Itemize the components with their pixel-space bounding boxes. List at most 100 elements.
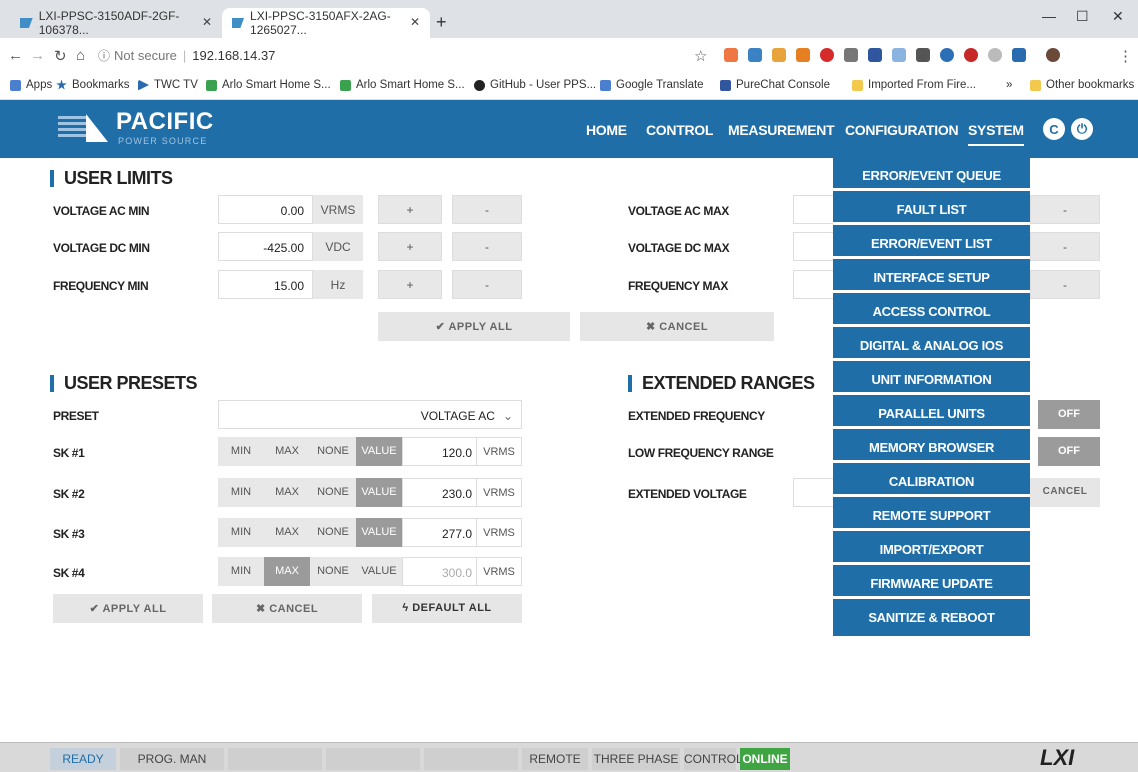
decrement-button[interactable]: - (1030, 270, 1100, 299)
segment-min[interactable]: MIN (218, 557, 264, 586)
extension-icon[interactable] (844, 48, 858, 62)
nav-control[interactable]: CONTROL (646, 122, 713, 138)
segment-none[interactable]: NONE (310, 518, 356, 547)
segment-value[interactable]: VALUE (356, 478, 402, 507)
download-icon[interactable] (1012, 48, 1026, 62)
nav-configuration[interactable]: CONFIGURATION (845, 122, 959, 138)
decrement-button[interactable]: - (452, 195, 522, 224)
bookmark-github[interactable]: GitHub - User PPS... (474, 79, 596, 91)
browser-tab-2[interactable]: LXI-PPSC-3150AFX-2AG-1265027... ✕ (222, 8, 430, 38)
low-frequency-range-toggle[interactable]: OFF (1038, 437, 1100, 466)
extension-icon[interactable] (940, 48, 954, 62)
menu-item-error-event-queue[interactable]: ERROR/EVENT QUEUE (833, 160, 1030, 191)
bookmark-imported[interactable]: Imported From Fire... (852, 79, 976, 91)
voltage-dc-max-input[interactable] (793, 232, 838, 261)
bookmark-twc[interactable]: TWC TV (138, 79, 198, 91)
window-close-icon[interactable]: ✕ (1112, 8, 1124, 25)
menu-item-remote-support[interactable]: REMOTE SUPPORT (833, 500, 1030, 531)
segment-max[interactable]: MAX (264, 557, 310, 586)
power-button[interactable]: ⏻ (1071, 118, 1093, 140)
menu-item-firmware-update[interactable]: FIRMWARE UPDATE (833, 568, 1030, 599)
bookmark-purechat[interactable]: PureChat Console (720, 79, 830, 91)
bookmark-other[interactable]: Other bookmarks (1030, 79, 1134, 91)
profile-avatar[interactable] (1046, 48, 1060, 62)
bookmark-translate[interactable]: Google Translate (600, 79, 704, 91)
sk2-value-input[interactable]: 230.0 (402, 478, 477, 507)
segment-min[interactable]: MIN (218, 478, 264, 507)
extension-icon[interactable] (916, 48, 930, 62)
presets-cancel-button[interactable]: ✖ CANCEL (212, 594, 362, 623)
extension-icon[interactable] (796, 48, 810, 62)
sk1-value-input[interactable]: 120.0 (402, 437, 477, 466)
new-tab-button[interactable]: + (436, 12, 447, 33)
decrement-button[interactable]: - (1030, 232, 1100, 261)
home-icon[interactable]: ⌂ (76, 47, 85, 64)
segment-max[interactable]: MAX (264, 478, 310, 507)
adblock-icon[interactable] (964, 48, 978, 62)
segment-value[interactable]: VALUE (356, 437, 402, 466)
menu-item-digital-analog-ios[interactable]: DIGITAL & ANALOG IOS (833, 330, 1030, 361)
nav-measurement[interactable]: MEASUREMENT (728, 122, 835, 138)
increment-button[interactable]: + (378, 195, 442, 224)
forward-icon[interactable]: → (30, 47, 45, 64)
voltage-dc-min-input[interactable]: -425.00 (218, 232, 313, 261)
increment-button[interactable]: + (378, 270, 442, 299)
voltage-ac-min-input[interactable]: 0.00 (218, 195, 313, 224)
frequency-max-input[interactable] (793, 270, 838, 299)
opera-icon[interactable] (820, 48, 834, 62)
menu-item-unit-information[interactable]: UNIT INFORMATION (833, 364, 1030, 395)
extension-icon[interactable] (748, 48, 762, 62)
menu-item-parallel-units[interactable]: PARALLEL UNITS (833, 398, 1030, 429)
segment-max[interactable]: MAX (264, 437, 310, 466)
extended-frequency-toggle[interactable]: OFF (1038, 400, 1100, 429)
decrement-button[interactable]: - (452, 232, 522, 261)
segment-none[interactable]: NONE (310, 478, 356, 507)
segment-min[interactable]: MIN (218, 518, 264, 547)
bookmark-arlo-2[interactable]: Arlo Smart Home S... (340, 79, 465, 91)
extension-icon[interactable] (868, 48, 882, 62)
segment-min[interactable]: MIN (218, 437, 264, 466)
browser-tab-1[interactable]: LXI-PPSC-3150ADF-2GF-106378... ✕ (10, 8, 222, 38)
refresh-button[interactable]: C (1043, 118, 1065, 140)
nav-system[interactable]: SYSTEM (968, 122, 1024, 146)
bookmarks-overflow[interactable]: » (1006, 79, 1012, 91)
menu-item-import-export[interactable]: IMPORT/EXPORT (833, 534, 1030, 565)
star-icon[interactable]: ☆ (694, 47, 707, 65)
extension-icon[interactable] (772, 48, 786, 62)
preset-select[interactable]: VOLTAGE AC ⌄ (218, 400, 522, 429)
sk3-value-input[interactable]: 277.0 (402, 518, 477, 547)
bookmark-apps[interactable]: Apps (10, 79, 52, 91)
presets-apply-all-button[interactable]: ✔ APPLY ALL (53, 594, 203, 623)
segment-none[interactable]: NONE (310, 437, 356, 466)
info-icon[interactable]: ⓘ (98, 47, 110, 64)
back-icon[interactable]: ← (8, 47, 23, 64)
menu-item-sanitize-reboot[interactable]: SANITIZE & REBOOT (833, 602, 1030, 633)
menu-item-memory-browser[interactable]: MEMORY BROWSER (833, 432, 1030, 463)
menu-item-access-control[interactable]: ACCESS CONTROL (833, 296, 1030, 327)
extension-icon[interactable] (988, 48, 1002, 62)
bookmark-bookmarks[interactable]: Bookmarks (56, 79, 130, 91)
close-icon[interactable]: ✕ (410, 15, 420, 29)
sk4-value-input[interactable]: 300.0 (402, 557, 477, 586)
extension-icon[interactable] (724, 48, 738, 62)
menu-item-interface-setup[interactable]: INTERFACE SETUP (833, 262, 1030, 293)
url-field[interactable]: ⓘ Not secure | 192.168.14.37 (98, 43, 678, 67)
menu-item-calibration[interactable]: CALIBRATION (833, 466, 1030, 497)
default-all-button[interactable]: ϟ DEFAULT ALL (372, 594, 522, 623)
segment-value[interactable]: VALUE (356, 518, 402, 547)
menu-item-fault-list[interactable]: FAULT LIST (833, 194, 1030, 225)
limits-apply-all-button[interactable]: ✔ APPLY ALL (378, 312, 570, 341)
segment-max[interactable]: MAX (264, 518, 310, 547)
frequency-min-input[interactable]: 15.00 (218, 270, 313, 299)
menu-icon[interactable]: ⋮ (1118, 47, 1133, 65)
reload-icon[interactable]: ↻ (54, 47, 67, 65)
maximize-icon[interactable]: ☐ (1076, 8, 1089, 25)
bookmark-arlo-1[interactable]: Arlo Smart Home S... (206, 79, 331, 91)
decrement-button[interactable]: - (1030, 195, 1100, 224)
menu-item-error-event-list[interactable]: ERROR/EVENT LIST (833, 228, 1030, 259)
close-icon[interactable]: ✕ (202, 15, 212, 29)
decrement-button[interactable]: - (452, 270, 522, 299)
extended-voltage-input[interactable] (793, 478, 838, 507)
segment-value[interactable]: VALUE (356, 557, 402, 586)
segment-none[interactable]: NONE (310, 557, 356, 586)
